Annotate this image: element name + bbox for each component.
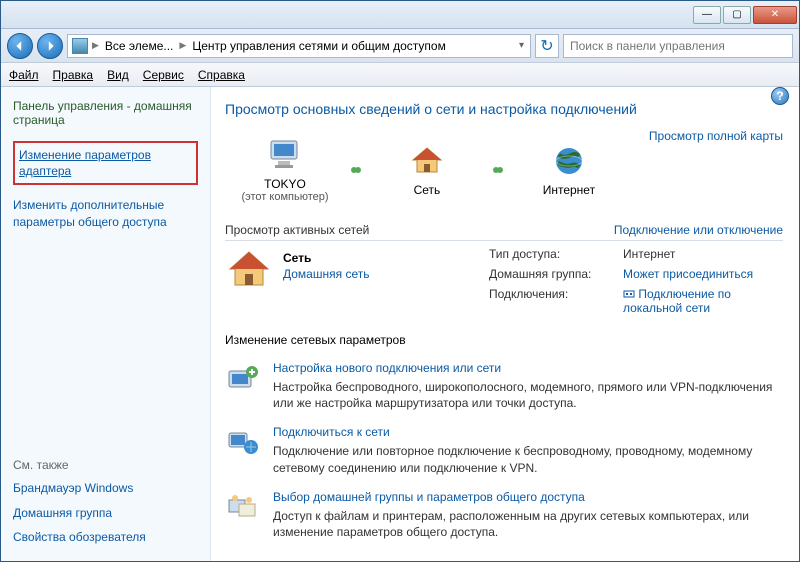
control-panel-icon — [72, 38, 88, 54]
window: — ▢ ✕ ▶ Все элеме... ▶ Центр управления … — [0, 0, 800, 562]
task-homegroup-sharing: Выбор домашней группы и параметров общег… — [225, 490, 783, 540]
globe-icon — [551, 143, 587, 179]
prop-key-connections: Подключения: — [489, 287, 609, 315]
menu-tools[interactable]: Сервис — [143, 68, 184, 82]
task-connect-network: Подключиться к сети Подключение или повт… — [225, 425, 783, 475]
full-map-link[interactable]: Просмотр полной карты — [649, 129, 783, 143]
breadcrumb[interactable]: ▶ Все элеме... ▶ Центр управления сетями… — [67, 34, 531, 58]
homegroup-link[interactable]: Домашняя группа — [13, 505, 198, 521]
body: Панель управления - домашняя страница Из… — [1, 87, 799, 561]
titlebar: — ▢ ✕ — [1, 1, 799, 29]
section-head-active-networks: Просмотр активных сетей Подключение или … — [225, 223, 783, 241]
back-button[interactable] — [7, 33, 33, 59]
house-icon — [225, 247, 273, 291]
network-map: TOKYO (этот компьютер) Сеть — [225, 137, 629, 203]
task-title-link[interactable]: Настройка нового подключения или сети — [273, 361, 783, 375]
task-title-link[interactable]: Подключиться к сети — [273, 425, 783, 439]
section-title: Просмотр активных сетей — [225, 223, 369, 237]
connect-network-icon — [225, 425, 261, 461]
sidebar: Панель управления - домашняя страница Из… — [1, 87, 211, 561]
prop-val-homegroup-link[interactable]: Может присоединиться — [623, 267, 783, 281]
homegroup-icon — [225, 490, 261, 526]
section-head-change-params: Изменение сетевых параметров — [225, 333, 783, 347]
close-button[interactable]: ✕ — [753, 6, 797, 24]
task-desc: Доступ к файлам и принтерам, расположенн… — [273, 508, 783, 540]
menu-help[interactable]: Справка — [198, 68, 245, 82]
map-link-line — [355, 169, 357, 171]
task-desc: Настройка беспроводного, широкополосного… — [273, 379, 783, 411]
main-content: Просмотр основных сведений о сети и наст… — [211, 87, 799, 561]
computer-icon — [267, 137, 303, 173]
see-also-heading: См. также — [13, 458, 198, 472]
menu-edit[interactable]: Правка — [53, 68, 94, 82]
active-network-block: Сеть Домашняя сеть Тип доступа: Интернет… — [225, 247, 783, 315]
advanced-sharing-link[interactable]: Изменить дополнительные параметры общего… — [13, 197, 198, 229]
menubar: Файл Правка Вид Сервис Справка — [1, 63, 799, 87]
adapter-settings-link[interactable]: Изменение параметров адаптера — [13, 141, 198, 185]
navbar: ▶ Все элеме... ▶ Центр управления сетями… — [1, 29, 799, 63]
task-title-link[interactable]: Выбор домашней группы и параметров общег… — [273, 490, 783, 504]
see-also: См. также Брандмауэр Windows Домашняя гр… — [13, 458, 198, 549]
network-type-link[interactable]: Домашняя сеть — [283, 267, 369, 281]
map-link-line — [497, 169, 499, 171]
lan-icon — [623, 288, 635, 300]
map-node-network: Сеть — [367, 143, 487, 197]
sidebar-heading: Панель управления - домашняя страница — [13, 99, 198, 127]
map-label: Сеть — [414, 183, 441, 197]
search-input[interactable] — [563, 34, 793, 58]
chevron-right-icon: ▶ — [177, 40, 188, 51]
map-label: TOKYO — [264, 177, 306, 191]
network-properties: Тип доступа: Интернет Домашняя группа: М… — [489, 247, 783, 315]
connect-disconnect-link[interactable]: Подключение или отключение — [614, 223, 783, 237]
prop-val-access: Интернет — [623, 247, 783, 261]
breadcrumb-segment[interactable]: Центр управления сетями и общим доступом — [190, 39, 448, 53]
map-node-computer: TOKYO (этот компьютер) — [225, 137, 345, 203]
map-label: Интернет — [543, 183, 595, 197]
minimize-button[interactable]: — — [693, 6, 721, 24]
help-icon[interactable]: ? — [771, 87, 789, 105]
breadcrumb-segment[interactable]: Все элеме... — [103, 39, 175, 53]
dropdown-icon[interactable]: ▾ — [517, 40, 526, 51]
firewall-link[interactable]: Брандмауэр Windows — [13, 480, 198, 496]
map-sublabel: (этот компьютер) — [241, 191, 328, 203]
new-connection-icon — [225, 361, 261, 397]
prop-key-access: Тип доступа: — [489, 247, 609, 261]
task-desc: Подключение или повторное подключение к … — [273, 443, 783, 475]
map-node-internet: Интернет — [509, 143, 629, 197]
chevron-right-icon: ▶ — [90, 40, 101, 51]
maximize-button[interactable]: ▢ — [723, 6, 751, 24]
house-icon — [409, 143, 445, 179]
prop-val-connection-link[interactable]: Подключение по локальной сети — [623, 287, 783, 315]
page-title: Просмотр основных сведений о сети и наст… — [225, 101, 783, 117]
refresh-button[interactable]: ↻ — [535, 34, 559, 58]
prop-key-homegroup: Домашняя группа: — [489, 267, 609, 281]
menu-file[interactable]: Файл — [9, 68, 39, 82]
forward-button[interactable] — [37, 33, 63, 59]
network-name: Сеть — [283, 251, 369, 265]
task-new-connection: Настройка нового подключения или сети На… — [225, 361, 783, 411]
menu-view[interactable]: Вид — [107, 68, 129, 82]
internet-options-link[interactable]: Свойства обозревателя — [13, 529, 198, 545]
